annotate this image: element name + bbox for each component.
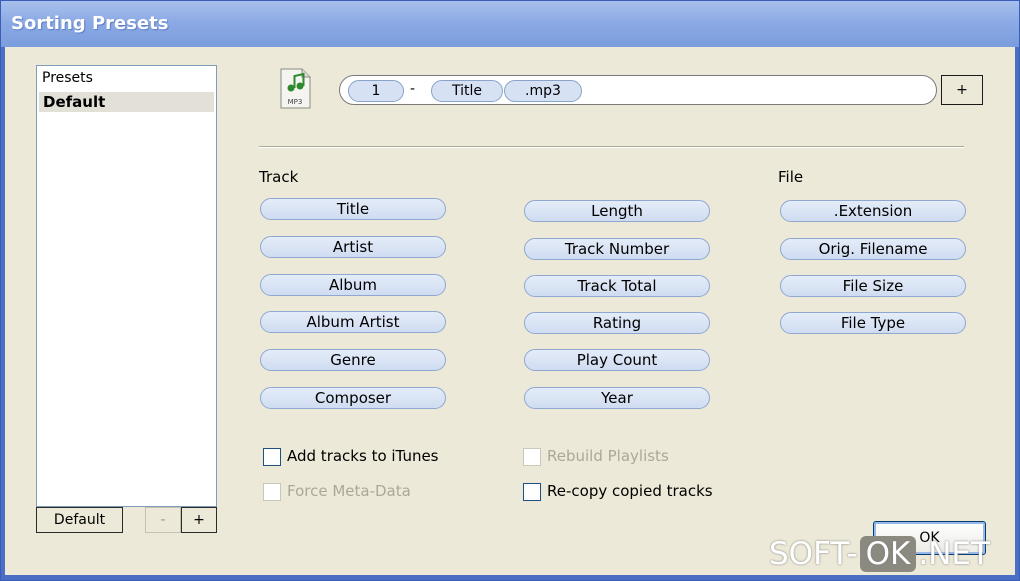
checkbox-label: Re-copy copied tracks (547, 482, 713, 500)
tag-extension[interactable]: .Extension (780, 200, 966, 222)
checkbox-label: Force Meta-Data (287, 482, 411, 500)
checkbox-box[interactable] (263, 448, 281, 466)
checkbox-label: Add tracks to iTunes (287, 447, 439, 465)
pattern-token[interactable]: 1 (348, 80, 404, 102)
watermark-middle: OK (859, 536, 917, 572)
presets-list: Presets Default (36, 65, 217, 507)
checkbox-box[interactable] (523, 483, 541, 501)
tag-composer[interactable]: Composer (260, 387, 446, 409)
watermark-left: SOFT- (769, 536, 858, 572)
filename-pattern-field[interactable]: 1 - Title .mp3 (339, 75, 937, 105)
dialog-body: Presets Default Default - + MP3 1 - Titl… (5, 47, 1015, 575)
window-title: Sorting Presets (11, 13, 169, 34)
pattern-token[interactable]: .mp3 (504, 80, 582, 102)
preset-item-default[interactable]: Default (39, 92, 214, 112)
tag-length[interactable]: Length (524, 200, 710, 222)
file-section-label: File (778, 168, 804, 186)
presets-list-header: Presets (42, 70, 93, 86)
pattern-token[interactable]: Title (431, 80, 503, 102)
mp3-icon-label: MP3 (288, 98, 303, 106)
tag-genre[interactable]: Genre (260, 349, 446, 371)
tag-year[interactable]: Year (524, 387, 710, 409)
checkbox-label: Rebuild Playlists (547, 447, 669, 465)
tag-play-count[interactable]: Play Count (524, 349, 710, 371)
pattern-separator[interactable]: - (410, 81, 415, 97)
divider (259, 146, 964, 148)
tag-artist[interactable]: Artist (260, 236, 446, 258)
tag-file-type[interactable]: File Type (780, 312, 966, 334)
track-section-label: Track (259, 168, 299, 186)
tag-album-artist[interactable]: Album Artist (260, 311, 446, 333)
title-bar[interactable]: Sorting Presets (1, 1, 1019, 47)
checkbox-box[interactable] (523, 448, 541, 466)
tag-track-total[interactable]: Track Total (524, 275, 710, 297)
mp3-file-icon: MP3 (277, 68, 313, 110)
add-preset-button[interactable]: + (181, 507, 217, 533)
tag-title[interactable]: Title (260, 198, 446, 220)
tag-rating[interactable]: Rating (524, 312, 710, 334)
watermark-right: .NET (918, 536, 990, 572)
remove-preset-button[interactable]: - (145, 507, 181, 533)
watermark: SOFT- OK .NET (769, 536, 990, 576)
tag-orig-filename[interactable]: Orig. Filename (780, 238, 966, 260)
tag-file-size[interactable]: File Size (780, 275, 966, 297)
tag-track-number[interactable]: Track Number (524, 238, 710, 260)
checkbox-box[interactable] (263, 483, 281, 501)
tag-album[interactable]: Album (260, 274, 446, 296)
add-token-button[interactable]: + (941, 75, 983, 105)
sorting-presets-window: Sorting Presets Presets Default Default … (0, 0, 1020, 581)
default-button[interactable]: Default (36, 507, 123, 533)
